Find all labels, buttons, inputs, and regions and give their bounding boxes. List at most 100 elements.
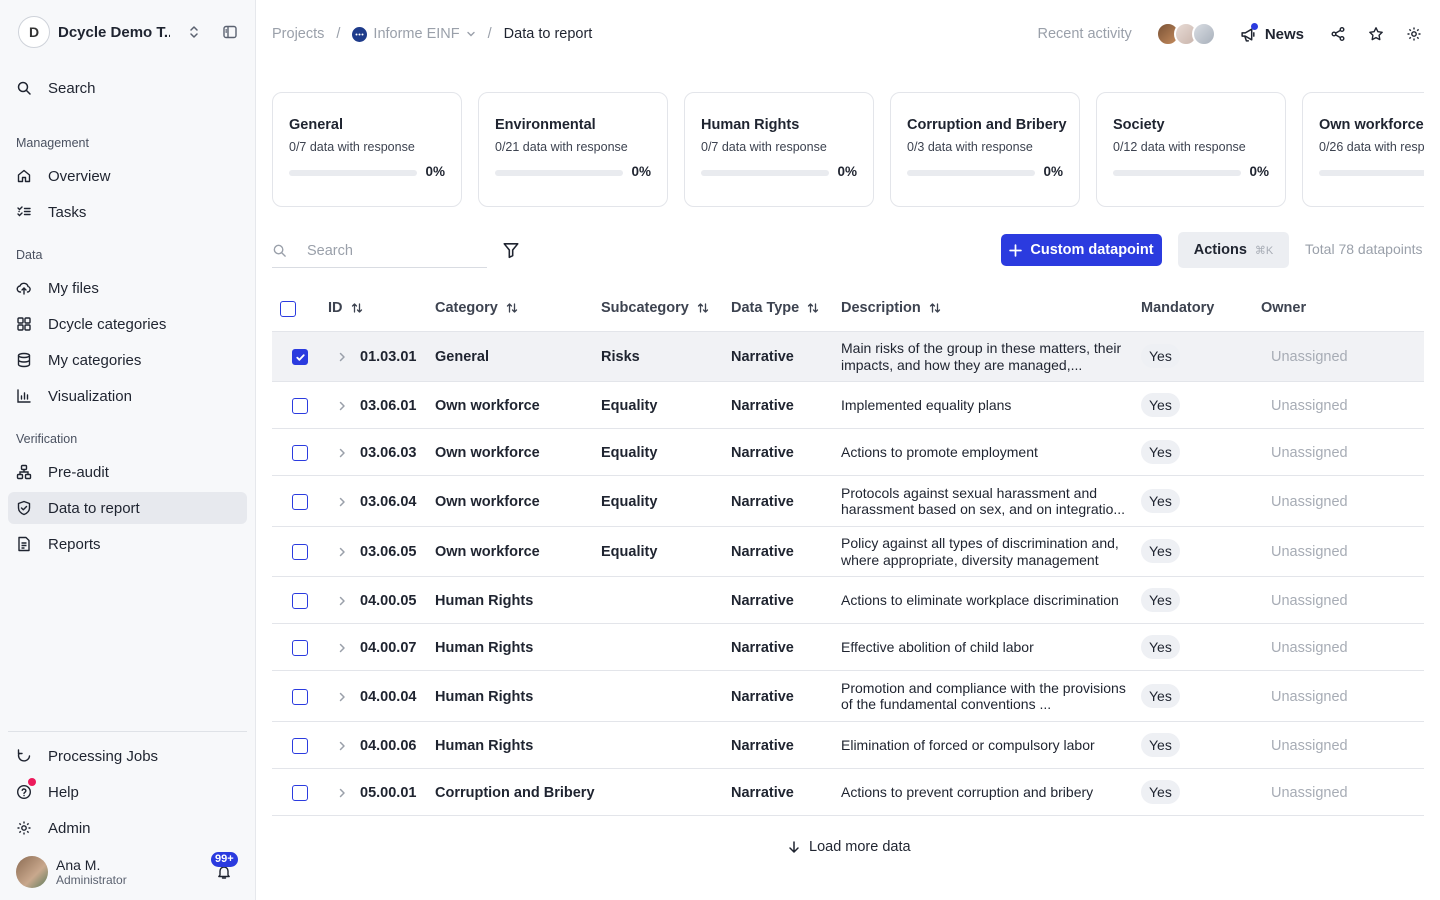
collaborator-avatars[interactable]	[1155, 22, 1216, 46]
chevron-right-icon[interactable]	[336, 691, 348, 703]
chevron-right-icon[interactable]	[336, 447, 348, 459]
breadcrumb-projects[interactable]: Projects	[272, 26, 324, 42]
news-button[interactable]: News	[1240, 22, 1304, 43]
cell-owner[interactable]: Unassigned	[1271, 397, 1348, 415]
row-checkbox[interactable]	[292, 688, 308, 705]
sidebar-item-processing-jobs[interactable]: Processing Jobs	[8, 740, 247, 772]
sidebar-item-dcycle-categories[interactable]: Dcycle categories	[8, 308, 247, 340]
actions-button[interactable]: Actions ⌘K	[1178, 232, 1289, 268]
user-profile[interactable]: Ana M. Administrator 99+	[16, 852, 246, 888]
sidebar-item-my-categories[interactable]: My categories	[8, 344, 247, 376]
load-more-button[interactable]: Load more data	[787, 839, 911, 855]
chevron-right-icon[interactable]	[336, 740, 348, 752]
filter-icon[interactable]	[502, 241, 520, 259]
cell-description: Effective abolition of child labor	[841, 638, 1034, 655]
row-checkbox[interactable]	[292, 544, 308, 560]
chevron-down-icon[interactable]	[466, 29, 476, 39]
sidebar-item-overview[interactable]: Overview	[8, 160, 247, 192]
table-row[interactable]: 01.03.01 General Risks Narrative Main risks …	[272, 332, 1424, 382]
row-checkbox[interactable]	[292, 349, 308, 365]
select-all-checkbox[interactable]	[280, 301, 296, 317]
column-header-id[interactable]: ID	[328, 300, 363, 316]
category-card-general[interactable]: General 0/7 data with response 0%	[272, 92, 462, 207]
mandatory-badge: Yes	[1141, 488, 1180, 513]
workspace-name: Dcycle Demo T...	[58, 23, 170, 41]
cell-owner[interactable]: Unassigned	[1271, 543, 1348, 561]
table-row[interactable]: 04.00.04 Human Rights Narrative Promotion a…	[272, 671, 1424, 722]
row-checkbox[interactable]	[292, 784, 308, 801]
cell-description: Promotion and compliance with the provis…	[841, 679, 1126, 713]
column-header-subcategory[interactable]: Subcategory	[601, 300, 709, 316]
cell-owner[interactable]: Unassigned	[1271, 348, 1348, 366]
row-checkbox[interactable]	[292, 737, 308, 754]
column-header-category[interactable]: Category	[435, 300, 518, 316]
category-card-environmental[interactable]: Environmental 0/21 data with response 0%	[478, 92, 668, 207]
mandatory-badge: Yes	[1141, 587, 1180, 612]
cell-owner[interactable]: Unassigned	[1271, 784, 1348, 802]
cell-owner[interactable]: Unassigned	[1271, 737, 1348, 755]
mandatory-badge: Yes	[1141, 683, 1180, 708]
chevron-right-icon[interactable]	[336, 400, 348, 412]
refresh-icon	[16, 748, 32, 764]
cell-owner[interactable]: Unassigned	[1271, 493, 1348, 511]
mandatory-badge: Yes	[1141, 439, 1180, 464]
cell-owner[interactable]: Unassigned	[1271, 688, 1348, 706]
workspace-switcher[interactable]: D Dcycle Demo T...	[18, 16, 246, 48]
table-row[interactable]: 03.06.04 Own workforce Equality Narrative Pr…	[272, 476, 1424, 527]
cell-owner[interactable]: Unassigned	[1271, 444, 1348, 462]
chevron-right-icon[interactable]	[336, 351, 348, 363]
breadcrumb-project[interactable]: Informe EINF	[373, 26, 459, 42]
sidebar-item-pre-audit[interactable]: Pre-audit	[8, 456, 247, 488]
sidebar-item-admin[interactable]: Admin	[8, 812, 247, 844]
sidebar-divider	[8, 731, 247, 732]
sidebar-item-reports[interactable]: Reports	[8, 528, 247, 560]
recent-activity-link[interactable]: Recent activity	[1038, 26, 1132, 42]
cell-owner[interactable]: Unassigned	[1271, 592, 1348, 610]
chevron-right-icon[interactable]	[336, 595, 348, 607]
bar-chart-icon	[16, 388, 32, 404]
chevron-right-icon[interactable]	[336, 787, 348, 799]
search-input[interactable]	[307, 242, 477, 259]
chevron-right-icon[interactable]	[336, 496, 348, 508]
row-checkbox[interactable]	[292, 493, 308, 510]
table-row[interactable]: 04.00.05 Human Rights Narrative Actions to …	[272, 577, 1424, 624]
table-row[interactable]: 04.00.07 Human Rights Narrative Effective a…	[272, 624, 1424, 671]
cell-category: Own workforce	[435, 397, 540, 414]
table-row[interactable]: 04.00.06 Human Rights Narrative Elimination…	[272, 722, 1424, 769]
table-row[interactable]: 03.06.05 Own workforce Equality Narrative Po…	[272, 527, 1424, 577]
cell-data-type: Narrative	[731, 737, 794, 754]
sidebar-item-search[interactable]: Search	[8, 72, 247, 104]
sidebar-toggle-icon[interactable]	[222, 24, 238, 40]
category-card-society[interactable]: Society 0/12 data with response 0%	[1096, 92, 1286, 207]
table-row[interactable]: 05.00.01 Corruption and Bribery Narrative A…	[272, 769, 1424, 816]
cloud-upload-icon	[16, 280, 32, 296]
cell-category: Own workforce	[435, 444, 540, 461]
mandatory-badge: Yes	[1141, 392, 1180, 417]
category-card-own-workforce[interactable]: Own workforce 0/26 data with response 0%	[1302, 92, 1424, 207]
row-checkbox[interactable]	[292, 592, 308, 609]
category-card-corruption-bribery[interactable]: Corruption and Bribery 0/3 data with res…	[890, 92, 1080, 207]
cell-subcategory: Equality	[601, 444, 658, 461]
chevron-right-icon[interactable]	[336, 642, 348, 654]
sidebar-item-tasks[interactable]: Tasks	[8, 196, 247, 228]
row-checkbox[interactable]	[292, 639, 308, 656]
sidebar-item-help[interactable]: Help	[8, 776, 247, 808]
sidebar-item-my-files[interactable]: My files	[8, 272, 247, 304]
share-icon[interactable]	[1330, 26, 1346, 42]
sidebar-item-visualization[interactable]: Visualization	[8, 380, 247, 412]
table-row[interactable]: 03.06.03 Own workforce Equality Narrative Ac…	[272, 429, 1424, 476]
settings-icon[interactable]	[1406, 26, 1422, 42]
column-header-description[interactable]: Description	[841, 300, 941, 316]
chevron-updown-icon[interactable]	[186, 24, 202, 40]
column-header-data-type[interactable]: Data Type	[731, 300, 819, 316]
star-icon[interactable]	[1368, 26, 1384, 42]
row-checkbox[interactable]	[292, 444, 308, 461]
table-row[interactable]: 03.06.01 Own workforce Equality Narrative Im…	[272, 382, 1424, 429]
custom-datapoint-button[interactable]: Custom datapoint	[1001, 234, 1162, 266]
cell-owner[interactable]: Unassigned	[1271, 639, 1348, 657]
chevron-right-icon[interactable]	[336, 546, 348, 558]
sidebar-item-data-to-report[interactable]: Data to report	[8, 492, 247, 524]
category-card-human-rights[interactable]: Human Rights 0/7 data with response 0%	[684, 92, 874, 207]
cell-description: Protocols against sexual harassment and …	[841, 484, 1126, 518]
row-checkbox[interactable]	[292, 397, 308, 414]
